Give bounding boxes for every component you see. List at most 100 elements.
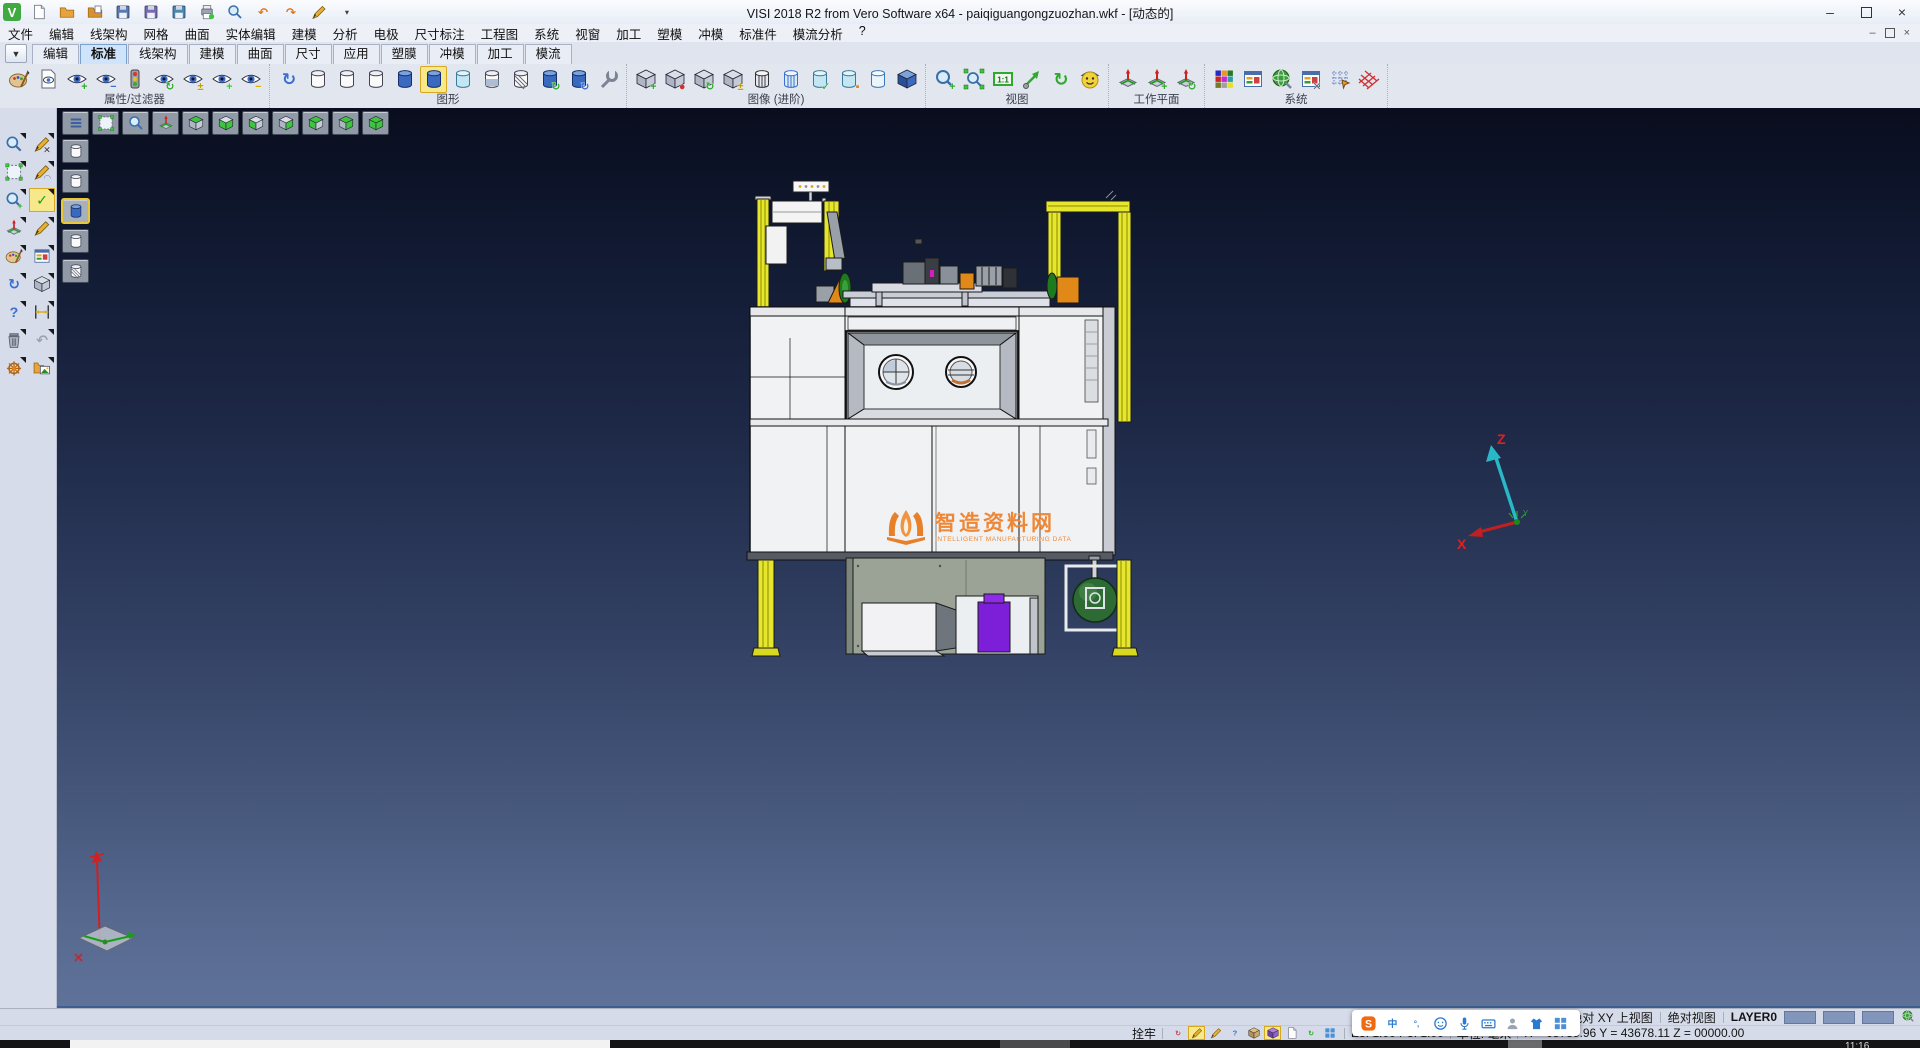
advanced-refresh-icon[interactable]: ↻ xyxy=(690,66,717,93)
zoom-actual-icon[interactable]: 1:1 xyxy=(989,66,1016,93)
sogou-logo-icon[interactable]: S xyxy=(1358,1013,1379,1034)
mdi-restore-button[interactable] xyxy=(1885,28,1895,38)
status-sheet-icon[interactable] xyxy=(1283,1026,1300,1040)
new-document-icon[interactable] xyxy=(25,0,52,26)
minimize-button[interactable]: – xyxy=(1812,1,1848,23)
workplane-rotate-icon[interactable]: ↻ xyxy=(1172,66,1199,93)
menu-item[interactable]: 系统 xyxy=(526,24,567,43)
import-image-icon[interactable] xyxy=(29,356,55,380)
menu-item[interactable]: 加工 xyxy=(608,24,649,43)
filter-remove-icon[interactable]: − xyxy=(237,66,264,93)
curve-edit-icon[interactable] xyxy=(29,216,55,240)
view-absolute[interactable]: 绝对视图 xyxy=(1668,1009,1716,1026)
view-mode[interactable]: 绝对 XY 上视图 xyxy=(1570,1009,1652,1026)
taskbar-app-button[interactable] xyxy=(70,1040,610,1048)
display-shaded-edges-icon[interactable] xyxy=(62,229,89,253)
viewport-preview-icon[interactable] xyxy=(122,111,149,135)
view-bottom-icon[interactable] xyxy=(212,111,239,135)
display-translucent-icon[interactable] xyxy=(62,259,89,283)
sketch-edit-icon[interactable]: ◠ xyxy=(29,160,55,184)
system-attributes-icon[interactable] xyxy=(1239,66,1266,93)
tab-曲面[interactable]: 曲面 xyxy=(237,44,284,64)
open-file-icon[interactable] xyxy=(53,0,80,26)
help-icon[interactable]: ? xyxy=(1,300,27,324)
display-shaded-icon[interactable] xyxy=(62,199,89,223)
maximize-button[interactable] xyxy=(1848,1,1884,23)
shaded-cylinder-icon[interactable] xyxy=(391,66,418,93)
hatched-cylinder-icon[interactable] xyxy=(507,66,534,93)
wireframe-cylinder-icon[interactable] xyxy=(304,66,331,93)
view-left-icon[interactable] xyxy=(302,111,329,135)
regen-icon[interactable]: ↻ xyxy=(1,272,27,296)
save-as-icon[interactable] xyxy=(137,0,164,26)
pan-icon[interactable] xyxy=(1018,66,1045,93)
shaded-edges-cylinder-icon[interactable] xyxy=(420,66,447,93)
reference-grid-icon[interactable] xyxy=(1355,66,1382,93)
status-capture-icon[interactable]: ↻ xyxy=(1169,1026,1186,1040)
measure-icon[interactable] xyxy=(29,300,55,324)
delete-icon[interactable] xyxy=(1,328,27,352)
tab-塑膜[interactable]: 塑膜 xyxy=(381,44,428,64)
check-cylinder-icon[interactable]: ✓ xyxy=(806,66,833,93)
zoom-solid-icon[interactable]: + xyxy=(1,188,27,212)
menu-item[interactable]: 线架构 xyxy=(82,24,136,43)
wire-blue-cylinder-icon[interactable] xyxy=(864,66,891,93)
taskbar-item[interactable] xyxy=(1000,1040,1070,1048)
status-package-icon[interactable] xyxy=(1245,1026,1262,1040)
menu-item[interactable]: 编辑 xyxy=(41,24,82,43)
hidden-line-cylinder-icon[interactable] xyxy=(333,66,360,93)
shade-cube-icon[interactable] xyxy=(29,272,55,296)
tab-标准[interactable]: 标准 xyxy=(80,44,127,64)
tab-dropdown-caret[interactable]: ▼ xyxy=(5,44,27,63)
advanced-traffic-icon[interactable]: ● xyxy=(661,66,688,93)
preview-select-icon[interactable] xyxy=(1,132,27,156)
translucent-cylinder-icon[interactable] xyxy=(449,66,476,93)
drawing-sheet-icon[interactable] xyxy=(29,244,55,268)
advanced-add-icon[interactable]: + xyxy=(632,66,659,93)
navigator-helm-icon[interactable] xyxy=(1,356,27,380)
filter-add-icon[interactable]: + xyxy=(208,66,235,93)
ime-keyboard-icon[interactable] xyxy=(1478,1013,1499,1034)
status-layout-icon[interactable] xyxy=(1321,1026,1338,1040)
menu-item[interactable]: 塑模 xyxy=(649,24,690,43)
menu-item[interactable]: 标准件 xyxy=(731,24,785,43)
save-icon[interactable] xyxy=(109,0,136,26)
clip-cylinder-icon[interactable]: ▪ xyxy=(835,66,862,93)
menu-item[interactable]: 网格 xyxy=(136,24,177,43)
dashed-cylinder-icon[interactable] xyxy=(362,66,389,93)
machine-model[interactable] xyxy=(740,170,1160,670)
zoom-globe-icon[interactable] xyxy=(221,0,248,26)
menu-item[interactable]: 电极 xyxy=(366,24,407,43)
mdi-close-button[interactable]: × xyxy=(1904,27,1910,39)
lock-toggle[interactable]: 拴牢 xyxy=(1132,1025,1156,1042)
menu-item[interactable]: 冲模 xyxy=(690,24,731,43)
zoom-dynamic-icon[interactable]: + xyxy=(931,66,958,93)
wcs-axis-icon[interactable] xyxy=(1,216,27,240)
tab-编辑[interactable]: 编辑 xyxy=(32,44,79,64)
ime-skin-icon[interactable] xyxy=(1526,1013,1547,1034)
display-hidden-icon[interactable] xyxy=(62,169,89,193)
striped-cylinder-dark-icon[interactable] xyxy=(748,66,775,93)
menu-item[interactable]: 模流分析 xyxy=(785,24,851,43)
status-globe-icon[interactable] xyxy=(1901,1009,1915,1026)
visibility-plusminus-icon[interactable]: ± xyxy=(179,66,206,93)
viewport-3d[interactable]: 智造资料网 INTELLIGENT MANUFACTURING DATA Z xyxy=(57,108,1920,1008)
modify-last-icon[interactable] xyxy=(305,0,332,26)
close-button[interactable]: × xyxy=(1884,1,1920,23)
ime-emoji-icon[interactable] xyxy=(1430,1013,1451,1034)
redo-icon[interactable]: ↷ xyxy=(277,0,304,26)
menu-item[interactable]: 实体编辑 xyxy=(218,24,284,43)
ime-toolbox-icon[interactable] xyxy=(1550,1013,1571,1034)
menu-item[interactable]: 尺寸标注 xyxy=(407,24,473,43)
attribute-palette-icon[interactable] xyxy=(5,66,32,93)
tab-冲模[interactable]: 冲模 xyxy=(429,44,476,64)
print-icon[interactable] xyxy=(193,0,220,26)
menu-item[interactable]: ? xyxy=(851,24,874,43)
import-file-icon[interactable] xyxy=(81,0,108,26)
layer-indicator[interactable]: LAYER0 xyxy=(1731,1010,1777,1024)
viewport-window-icon[interactable] xyxy=(92,111,119,135)
menu-item[interactable]: 分析 xyxy=(325,24,366,43)
menu-item[interactable]: 建模 xyxy=(284,24,325,43)
attribute-page-icon[interactable] xyxy=(34,66,61,93)
ime-person-icon[interactable] xyxy=(1502,1013,1523,1034)
